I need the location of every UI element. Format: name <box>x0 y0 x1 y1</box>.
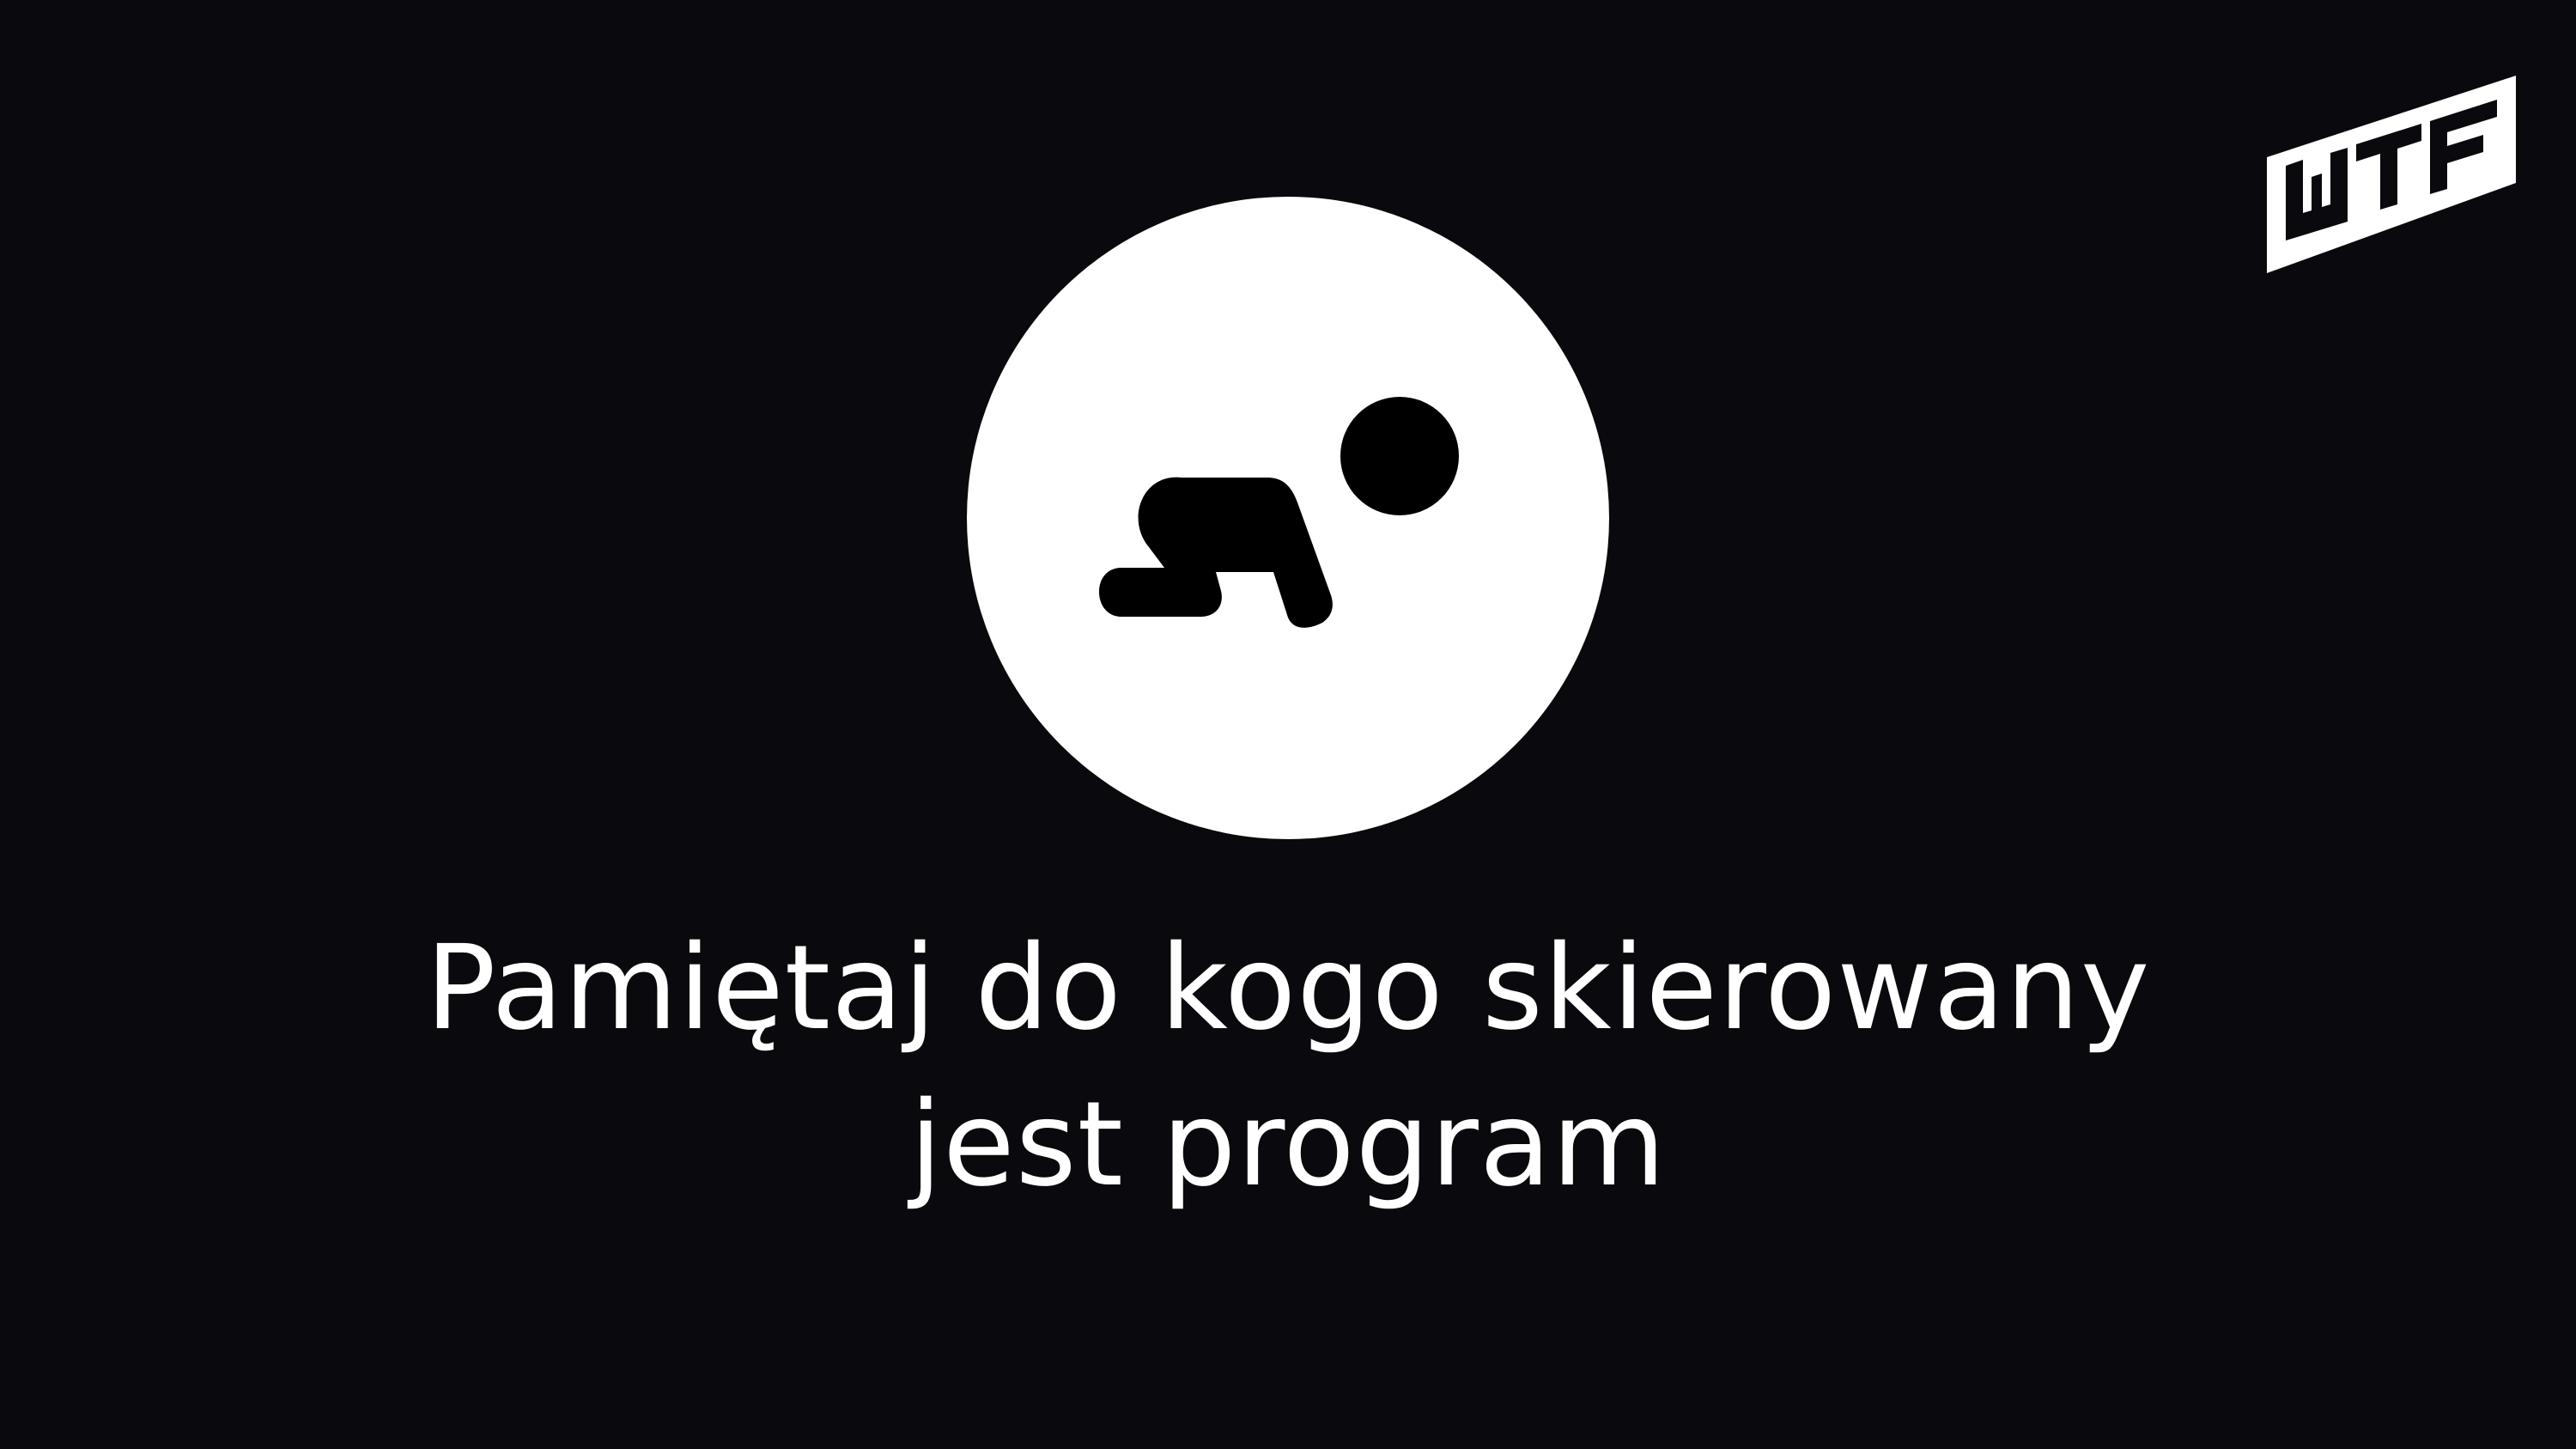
wtf-logo-icon <box>2267 76 2516 273</box>
crawling-baby-icon <box>1099 397 1459 628</box>
audience-badge <box>967 197 1609 839</box>
message-line-2: jest program <box>909 1077 1667 1213</box>
screen: Pamiętaj do kogo skierowany jest program <box>0 0 2576 1449</box>
message-line-1: Pamiętaj do kogo skierowany <box>425 921 2151 1056</box>
audience-reminder-message: Pamiętaj do kogo skierowany jest program <box>258 910 2318 1223</box>
